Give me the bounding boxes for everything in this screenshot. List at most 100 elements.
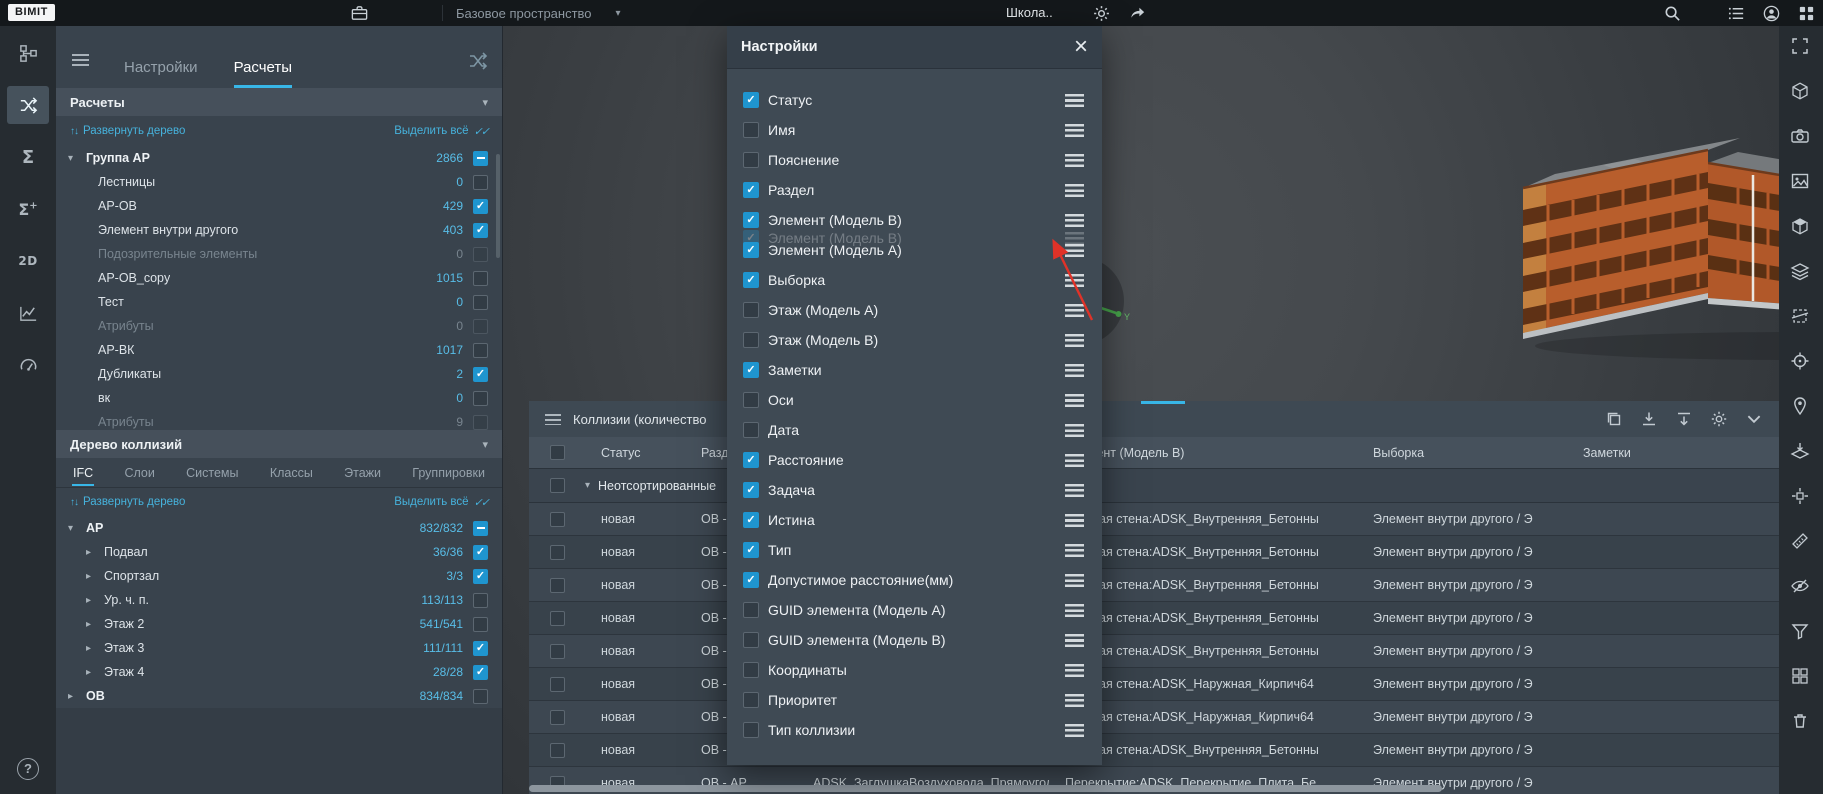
drag-handle-icon[interactable] <box>1065 604 1084 617</box>
close-icon[interactable]: × <box>1074 35 1088 59</box>
collision-link-icon[interactable] <box>467 50 489 72</box>
subtab-Слои[interactable]: Слои <box>123 460 155 486</box>
horizontal-scrollbar[interactable] <box>529 785 1777 793</box>
tree-row[interactable]: Спортзал3/3 <box>56 564 502 588</box>
tree-row[interactable]: Тест0 <box>56 290 502 314</box>
app-logo[interactable]: BIMIT <box>8 4 55 21</box>
modal-checkbox[interactable] <box>743 242 759 258</box>
copy-icon[interactable] <box>1605 410 1623 428</box>
section-box-icon[interactable] <box>1790 306 1812 330</box>
modal-checkbox[interactable] <box>743 92 759 108</box>
modal-column-row[interactable]: Раздел <box>727 175 1102 205</box>
row-checkbox[interactable] <box>550 578 565 593</box>
tree-checkbox[interactable] <box>473 665 488 680</box>
modal-checkbox[interactable] <box>743 542 759 558</box>
drag-handle-icon[interactable] <box>1065 514 1084 527</box>
user-icon[interactable] <box>1762 4 1781 23</box>
table-row[interactable]: новаяОВ - АРБазовая стена:ADSK_Внутрення… <box>529 503 1779 536</box>
modal-column-row[interactable]: Истина <box>727 505 1102 535</box>
modal-checkbox[interactable] <box>743 452 759 468</box>
tree-row[interactable]: вк0 <box>56 386 502 410</box>
delete-icon[interactable] <box>1790 711 1812 735</box>
table-menu-icon[interactable] <box>545 414 561 425</box>
modal-column-row[interactable]: Элемент (Модель A) <box>727 235 1102 265</box>
modal-column-row[interactable]: Тип <box>727 535 1102 565</box>
table-row[interactable]: новаяОВ - АРБазовая стена:ADSK_Внутрення… <box>529 734 1779 767</box>
render-icon[interactable] <box>1790 171 1812 195</box>
modal-checkbox[interactable] <box>743 152 759 168</box>
drag-handle-icon[interactable] <box>1065 634 1084 647</box>
layers-icon[interactable] <box>1790 261 1812 285</box>
drag-handle-icon[interactable] <box>1065 244 1084 257</box>
row-checkbox[interactable] <box>550 677 565 692</box>
export-icon[interactable] <box>1640 410 1658 428</box>
tree-row[interactable]: АР-ОВ_copy1015 <box>56 266 502 290</box>
fullscreen-icon[interactable] <box>1790 36 1812 60</box>
expand-arrow-icon[interactable] <box>86 547 104 558</box>
tree-scrollbar[interactable] <box>496 154 500 258</box>
modal-checkbox[interactable] <box>743 602 759 618</box>
tree-row[interactable]: ОВ834/834 <box>56 684 502 708</box>
tree-checkbox[interactable] <box>473 295 488 310</box>
tree-row[interactable]: Этаж 428/28 <box>56 660 502 684</box>
modal-checkbox[interactable] <box>743 482 759 498</box>
modal-checkbox[interactable] <box>743 722 759 738</box>
search-icon[interactable] <box>1663 4 1682 23</box>
tree-checkbox[interactable] <box>473 689 488 704</box>
modal-checkbox[interactable] <box>743 182 759 198</box>
subtab-Системы[interactable]: Системы <box>185 460 239 486</box>
table-row[interactable]: новаяОВ - АРБазовая стена:ADSK_Внутрення… <box>529 536 1779 569</box>
apps-grid-icon[interactable] <box>1797 4 1816 23</box>
expand-tree-link[interactable]: Развернуть дерево <box>70 125 185 137</box>
import-icon[interactable] <box>1675 410 1693 428</box>
table-row[interactable]: новаяОВ - АРБазовая стена:ADSK_Наружная_… <box>529 668 1779 701</box>
expand-arrow-icon[interactable] <box>86 619 104 630</box>
modal-column-row[interactable]: Статус <box>727 85 1102 115</box>
gear-icon[interactable] <box>1092 4 1111 23</box>
tab-Настройки[interactable]: Настройки <box>124 59 198 88</box>
modal-checkbox[interactable] <box>743 512 759 528</box>
tree-row[interactable]: Элемент внутри другого403 <box>56 218 502 242</box>
modal-column-row[interactable]: Дата <box>727 415 1102 445</box>
drag-handle-icon[interactable] <box>1065 94 1084 107</box>
select-all-checkbox[interactable] <box>550 445 565 460</box>
tree-row[interactable]: Этаж 2541/541 <box>56 612 502 636</box>
model-tree-button[interactable] <box>7 34 49 72</box>
modal-column-row[interactable]: Пояснение <box>727 145 1102 175</box>
tree-checkbox[interactable] <box>473 175 488 190</box>
project-name[interactable]: Школа.. <box>1006 0 1053 26</box>
table-row[interactable]: новаяОВ - АРБазовая стена:ADSK_Наружная_… <box>529 701 1779 734</box>
column-header[interactable]: Статус <box>585 446 685 460</box>
modal-column-row[interactable]: Этаж (Модель B) <box>727 325 1102 355</box>
row-checkbox[interactable] <box>550 743 565 758</box>
modal-column-row[interactable]: Элемент (Модель B) <box>727 205 1102 235</box>
modal-checkbox[interactable] <box>743 212 759 228</box>
tree-checkbox[interactable] <box>473 151 488 166</box>
drag-handle-icon[interactable] <box>1065 124 1084 137</box>
modal-checkbox[interactable] <box>743 362 759 378</box>
drag-handle-icon[interactable] <box>1065 544 1084 557</box>
collisions-button[interactable] <box>7 86 49 124</box>
locate-icon[interactable] <box>1790 396 1812 420</box>
tree-checkbox[interactable] <box>473 569 488 584</box>
modal-column-row[interactable]: Оси <box>727 385 1102 415</box>
panel-menu-icon[interactable] <box>72 54 89 66</box>
table-row[interactable]: новаяОВ - АРБазовая стена:ADSK_Внутрення… <box>529 635 1779 668</box>
column-header[interactable]: Выборка <box>1357 446 1567 460</box>
dashboard-button[interactable] <box>7 346 49 384</box>
calculations-section-header[interactable]: Расчеты <box>56 88 502 116</box>
grid-view-icon[interactable] <box>1790 666 1812 690</box>
table-row[interactable]: новаяОВ - АРБазовая стена:ADSK_Внутрення… <box>529 569 1779 602</box>
tree-checkbox[interactable] <box>473 319 488 334</box>
modal-column-row[interactable]: Расстояние <box>727 445 1102 475</box>
tree-checkbox[interactable] <box>473 343 488 358</box>
expand-arrow-icon[interactable] <box>86 595 104 606</box>
drag-handle-icon[interactable] <box>1065 214 1084 227</box>
tree-row[interactable]: Лестницы0 <box>56 170 502 194</box>
modal-checkbox[interactable] <box>743 422 759 438</box>
group-checkbox[interactable] <box>550 478 565 493</box>
collapse-icon[interactable] <box>1745 410 1763 428</box>
expand-arrow-icon[interactable] <box>86 571 104 582</box>
tree-checkbox[interactable] <box>473 593 488 608</box>
modal-column-row[interactable]: Тип коллизии <box>727 715 1102 745</box>
